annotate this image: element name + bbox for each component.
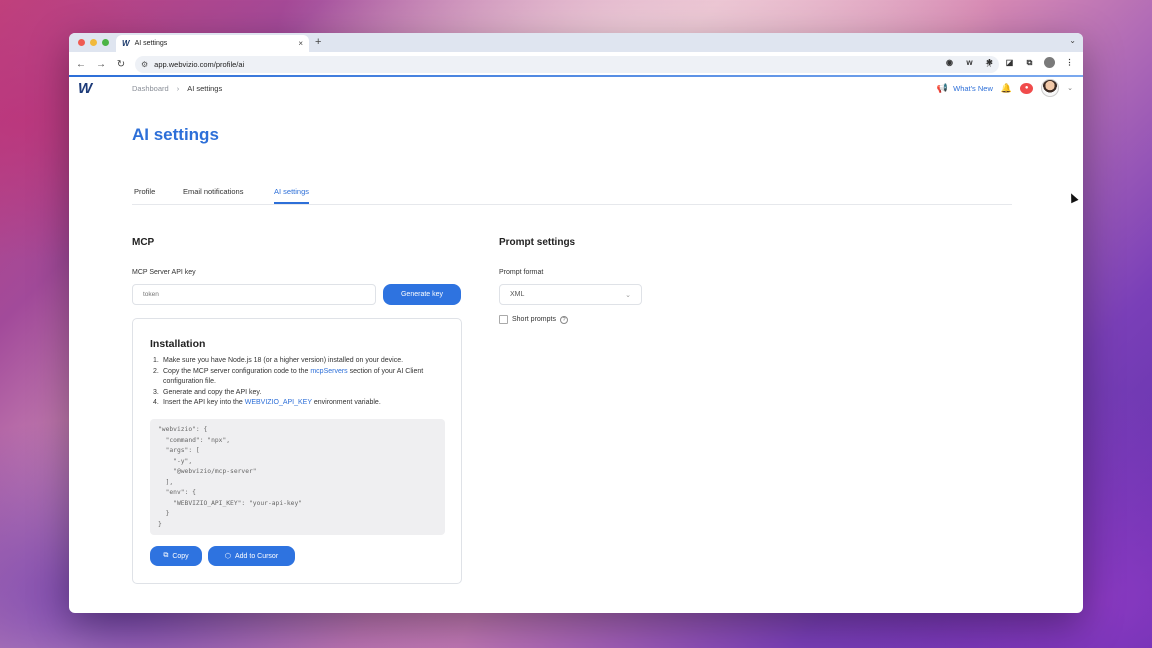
- add-to-cursor-label: Add to Cursor: [234, 552, 279, 560]
- api-key-label: MCP Server API key: [132, 269, 196, 276]
- list-item: 1. Make sure you have Node.js 18 (or a h…: [153, 356, 453, 367]
- api-key-input[interactable]: [132, 284, 376, 305]
- tab-ai-settings[interactable]: AI settings: [274, 187, 310, 204]
- profile-avatar-icon[interactable]: [1044, 57, 1055, 68]
- help-icon[interactable]: ?: [559, 315, 568, 324]
- minimize-window-button[interactable]: [90, 39, 97, 46]
- copy-button-label: Copy: [172, 552, 189, 560]
- reload-icon[interactable]: ↻: [115, 59, 127, 70]
- prompt-format-select[interactable]: XML ⌄: [499, 284, 642, 305]
- list-item: 2. Copy the MCP server configuration cod…: [153, 367, 453, 388]
- user-avatar[interactable]: [1041, 79, 1060, 97]
- notifications-badge-icon[interactable]: ●: [1020, 82, 1034, 94]
- prompt-format-label: Prompt format: [499, 269, 544, 276]
- extensions-puzzle-icon[interactable]: ⧉: [1024, 57, 1035, 68]
- settings-tabs: Profile Email notifications AI settings: [132, 187, 1012, 205]
- installation-card: Installation 1. Make sure you have Node.…: [132, 318, 462, 584]
- tab-search-chevron-icon[interactable]: ⌄: [1069, 36, 1076, 45]
- copy-button[interactable]: ⧉ Copy: [150, 546, 202, 566]
- step-text: Make sure you have Node.js 18 (or a high…: [163, 356, 403, 367]
- prompt-settings-title: Prompt settings: [499, 237, 576, 248]
- add-to-cursor-button[interactable]: ⬡ Add to Cursor: [208, 546, 295, 566]
- back-arrow-icon[interactable]: ←: [75, 59, 87, 70]
- zoom-window-button[interactable]: [102, 39, 109, 46]
- cursor-cube-icon: ⬡: [224, 553, 231, 560]
- list-item: 3. Generate and copy the API key.: [153, 388, 453, 399]
- close-window-button[interactable]: [78, 39, 85, 46]
- browser-window: W AI settings × + ⌄ ← → ↻ ⚙ app.webvizio…: [69, 33, 1083, 613]
- prompt-format-value: XML: [510, 291, 525, 298]
- step-text-part: Make sure you have Node.js 18 (or a high…: [163, 357, 404, 364]
- step-text: Generate and copy the API key.: [163, 388, 261, 399]
- step-text-part: Generate and copy the API key.: [163, 388, 262, 396]
- chevron-down-icon[interactable]: ⌄: [1067, 84, 1073, 92]
- step-text: Copy the MCP server configuration code t…: [163, 367, 453, 388]
- installation-steps: 1. Make sure you have Node.js 18 (or a h…: [153, 356, 453, 409]
- browser-menu-icon[interactable]: ⋮: [1064, 57, 1075, 68]
- short-prompts-checkbox[interactable]: [499, 315, 508, 324]
- copy-icon: ⧉: [163, 552, 169, 559]
- step-text-part: environment variable.: [311, 399, 381, 406]
- webvizio-favicon-icon: W: [122, 39, 130, 48]
- mcp-section-title: MCP: [132, 237, 155, 248]
- short-prompts-label[interactable]: Short prompts: [512, 316, 556, 323]
- mcp-servers-link[interactable]: mcpServers: [310, 368, 347, 375]
- config-code-block[interactable]: "webvizio": { "command": "npx", "args": …: [150, 419, 445, 535]
- webvizio-logo[interactable]: W: [78, 80, 92, 97]
- generate-key-button[interactable]: Generate key: [383, 284, 461, 305]
- step-number: 3.: [153, 388, 159, 396]
- mouse-pointer-icon: [1067, 191, 1079, 204]
- api-key-env-link[interactable]: WEBVIZIO_API_KEY: [245, 399, 312, 406]
- step-text: Insert the API key into the WEBVIZIO_API…: [163, 398, 381, 409]
- tab-email-notifications[interactable]: Email notifications: [183, 187, 243, 202]
- step-text-part: Copy the MCP server configuration code t…: [163, 367, 311, 375]
- step-text-part: Insert the API key into the: [163, 399, 245, 406]
- tab-profile[interactable]: Profile: [134, 187, 155, 202]
- window-controls: [78, 39, 109, 46]
- step-number: 2.: [153, 367, 159, 375]
- chevron-down-icon: ⌄: [625, 291, 631, 299]
- installation-title: Installation: [150, 338, 206, 350]
- short-prompts-option: Short prompts ?: [499, 315, 568, 324]
- step-number: 4.: [153, 399, 159, 406]
- list-item: 4. Insert the API key into the WEBVIZIO_…: [153, 398, 453, 409]
- step-number: 1.: [153, 357, 159, 364]
- settings-body: Profile Email notifications AI settings …: [132, 33, 1079, 613]
- forward-arrow-icon[interactable]: →: [95, 59, 107, 70]
